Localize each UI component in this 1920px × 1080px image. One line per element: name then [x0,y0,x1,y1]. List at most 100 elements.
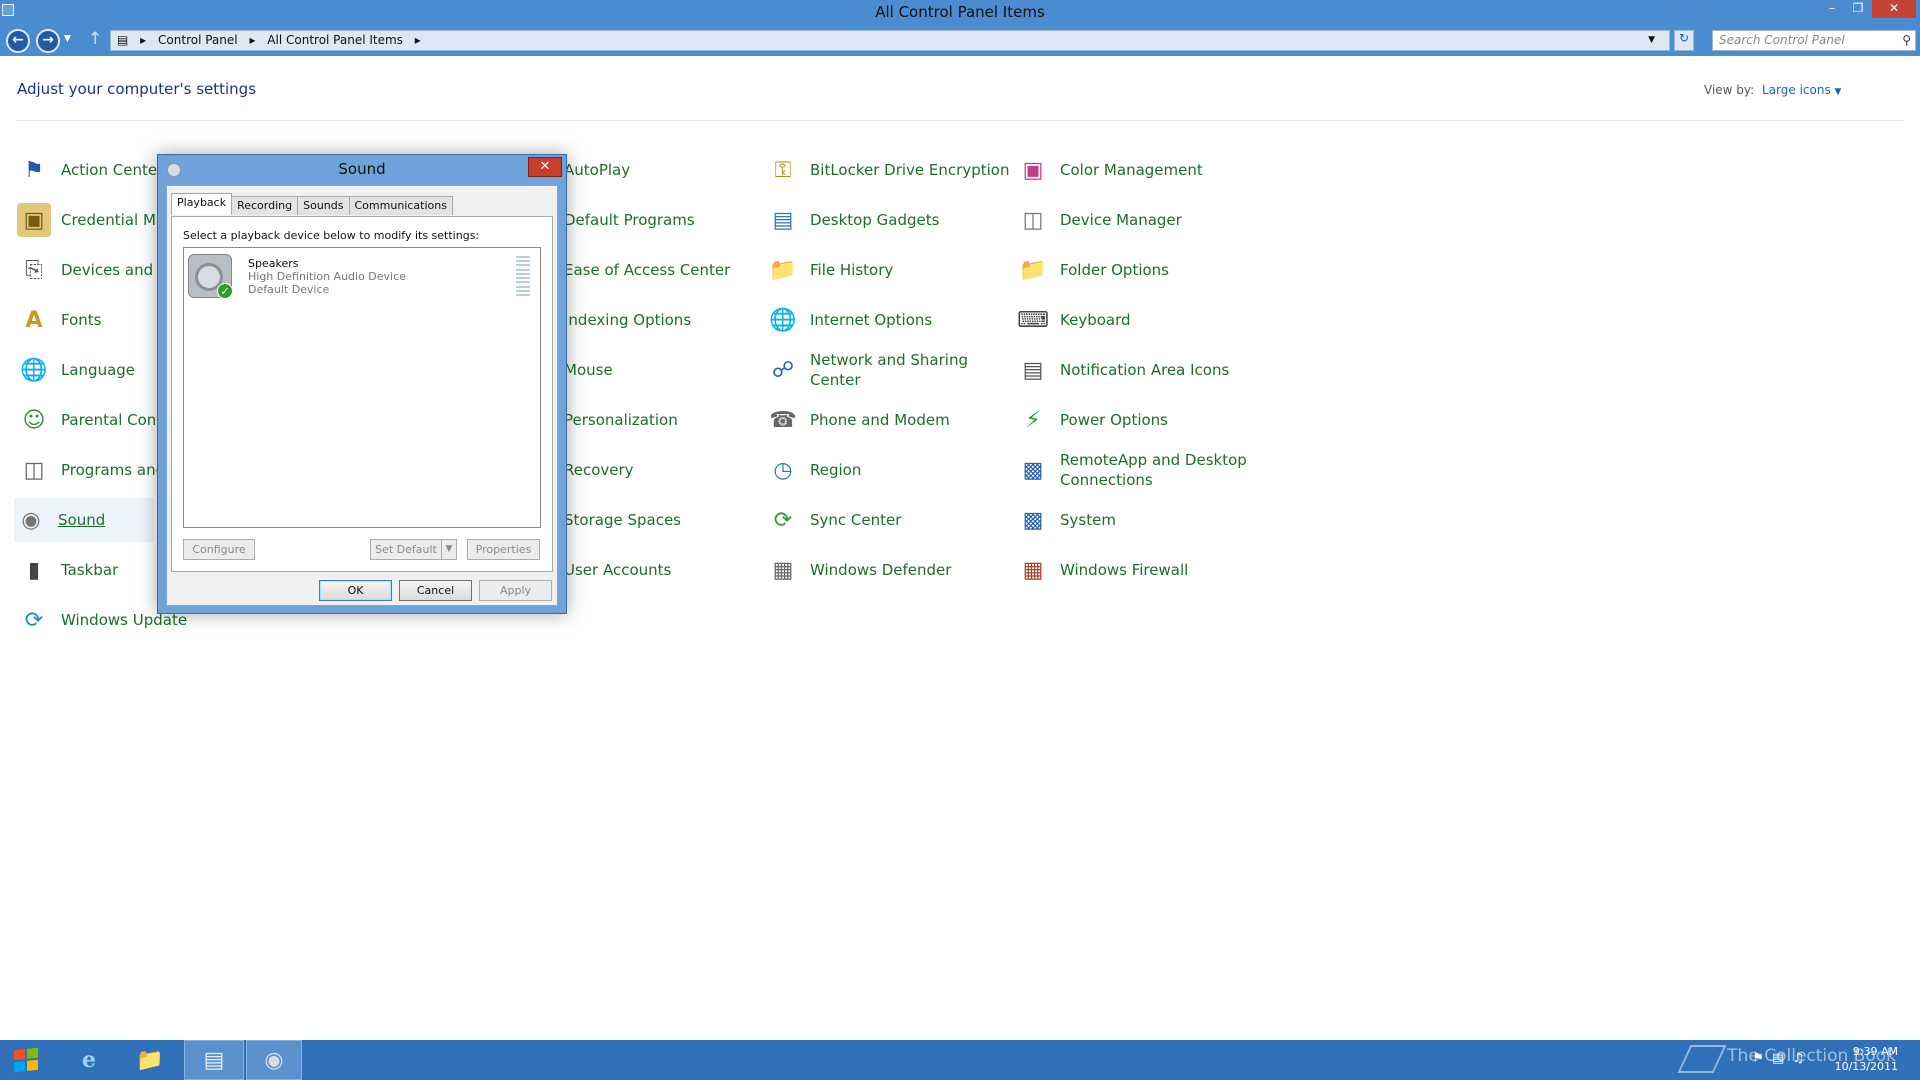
forward-button[interactable]: → [36,29,60,53]
set-default-button[interactable]: Set Default ▼ [370,539,457,560]
tab-recording[interactable]: Recording [231,196,299,215]
close-window-button[interactable]: ✕ [1872,0,1916,18]
phone-icon: ☎ [769,407,797,433]
item-internet-options[interactable]: 🌐 Internet Options [766,298,932,342]
windows-logo-icon [14,1047,38,1073]
item-parental-controls[interactable]: ☺ Parental Cont [17,398,163,442]
item-credential-manager[interactable]: ▣ Credential Ma [17,198,165,242]
chevron-down-icon[interactable]: ▼ [441,540,456,559]
item-fonts[interactable]: A Fonts [17,298,101,342]
item-network-sharing[interactable]: ☍ Network and Sharing Center [766,348,986,392]
item-desktop-gadgets[interactable]: ▤ Desktop Gadgets [766,198,940,242]
volume-tray-icon[interactable]: ♫ [1792,1051,1812,1066]
folder-icon: 📁 [769,257,797,283]
breadcrumb-separator-icon[interactable]: ▸ [249,33,255,47]
item-sync-center[interactable]: ⟳ Sync Center [766,498,902,542]
up-arrow-icon[interactable]: ↑ [88,29,102,49]
item-color-management[interactable]: ▣ Color Management [1016,148,1203,192]
refresh-button[interactable]: ↻ [1674,30,1694,51]
tab-communications[interactable]: Communications [348,196,453,215]
address-box[interactable]: ▤ ▸ Control Panel ▸ All Control Panel It… [110,30,1670,51]
sound-taskbar-icon[interactable]: ◉ [246,1040,302,1080]
parental-controls-icon: ☺ [22,407,46,433]
window-title: All Control Panel Items [875,3,1045,21]
notification-icon: ▤ [1022,357,1044,383]
color-management-icon: ▣ [1022,157,1044,183]
search-icon[interactable]: ⚲ [1902,31,1911,50]
dialog-tabs: Playback Recording Sounds Communications [171,193,453,216]
device-driver: High Definition Audio Device [248,270,406,283]
action-center-flag-icon[interactable]: ⚑ [1752,1051,1772,1066]
item-notification-area-icons[interactable]: ▤ Notification Area Icons [1016,348,1230,392]
playback-instruction: Select a playback device below to modify… [183,229,480,242]
device-list: ✓ Speakers High Definition Audio Device … [183,247,541,528]
globe-icon: 🌐 [769,307,797,333]
playback-panel: Select a playback device below to modify… [171,216,553,572]
network-tray-icon[interactable]: ▤ [1772,1051,1792,1066]
speaker-icon: ◉ [21,507,41,533]
taskbar-icon: ▮ [27,557,41,583]
item-sound[interactable]: ◉ Sound [14,498,154,542]
breadcrumb-separator-icon[interactable]: ▸ [140,33,146,47]
item-programs-and-features[interactable]: ◫ Programs and [17,448,166,492]
recent-pages-icon[interactable]: ▼ [64,34,71,44]
item-power-options[interactable]: ⚡ Power Options [1016,398,1168,442]
configure-button[interactable]: Configure [183,539,255,560]
clock[interactable]: 9:39 AM 10/13/2011 [1835,1044,1898,1074]
item-windows-defender[interactable]: ▦ Windows Defender [766,548,952,592]
volume-meter [516,256,530,296]
tab-playback[interactable]: Playback [171,193,233,215]
search-input[interactable]: Search Control Panel ⚲ [1712,30,1916,51]
dialog-close-button[interactable]: ✕ [528,157,562,177]
cancel-button[interactable]: Cancel [399,580,472,601]
item-phone-modem[interactable]: ☎ Phone and Modem [766,398,949,442]
taskbar: e 📁 ▤ ◉ The Collection Book ⚑▤♫ 9:39 AM … [0,1040,1920,1080]
minimize-button[interactable]: – [1820,0,1844,18]
item-file-history[interactable]: 📁 File History [766,248,893,292]
chevron-down-icon: ▼ [1834,87,1842,97]
navigation-bar: ← → ▼ ↑ ▤ ▸ Control Panel ▸ All Control … [0,26,1920,56]
restore-button[interactable]: ❐ [1846,0,1870,18]
tab-sounds[interactable]: Sounds [297,196,350,215]
item-windows-firewall[interactable]: ▦ Windows Firewall [1016,548,1189,592]
fonts-icon: A [25,307,43,333]
device-row-speakers[interactable]: ✓ Speakers High Definition Audio Device … [184,248,540,304]
firewall-icon: ▦ [1022,557,1044,583]
item-keyboard[interactable]: ⌨ Keyboard [1016,298,1130,342]
address-dropdown-icon[interactable]: ▼ [1648,31,1655,50]
view-by-label: View by: [1704,83,1755,97]
device-status: Default Device [248,283,330,296]
device-name: Speakers [248,257,299,270]
back-button[interactable]: ← [6,29,30,53]
control-panel-icon: ▤ [117,33,129,47]
item-action-center[interactable]: ⚑ Action Center [17,148,163,192]
item-folder-options[interactable]: 📁 Folder Options [1016,248,1169,292]
breadcrumb-all-items[interactable]: All Control Panel Items [267,33,403,47]
control-panel-taskbar-icon[interactable]: ▤ [184,1040,244,1080]
item-taskbar[interactable]: ▮ Taskbar [17,548,118,592]
search-placeholder: Search Control Panel [1719,33,1845,47]
view-by-dropdown[interactable]: Large icons ▼ [1762,83,1841,97]
item-system[interactable]: ▩ System [1016,498,1116,542]
start-button[interactable] [0,1040,52,1080]
flag-icon: ⚑ [24,157,44,183]
item-language[interactable]: 🌐 Language [17,348,135,392]
properties-button[interactable]: Properties [467,539,540,560]
ok-button[interactable]: OK [319,580,392,601]
item-bitlocker[interactable]: ⚿ BitLocker Drive Encryption [766,148,1010,192]
folder-options-icon: 📁 [1019,257,1047,283]
item-remoteapp[interactable]: ▩ RemoteApp and Desktop Connections [1016,448,1256,492]
item-region[interactable]: ◷ Region [766,448,861,492]
language-icon: 🌐 [20,357,48,383]
internet-explorer-icon[interactable]: e [64,1040,114,1080]
file-explorer-icon[interactable]: 📁 [124,1040,176,1080]
breadcrumb-separator-icon[interactable]: ▸ [415,33,421,47]
item-device-manager[interactable]: ◫ Device Manager [1016,198,1182,242]
breadcrumb-control-panel[interactable]: Control Panel [158,33,238,47]
system-tray: ⚑▤♫ [1752,1051,1812,1066]
apply-button[interactable]: Apply [479,580,552,601]
view-by-value: Large icons [1762,83,1831,97]
keyboard-icon: ⌨ [1017,307,1049,333]
item-devices-and-printers[interactable]: ⎘ Devices and P [17,248,167,292]
remote-desktop-icon: ▩ [1022,457,1044,483]
